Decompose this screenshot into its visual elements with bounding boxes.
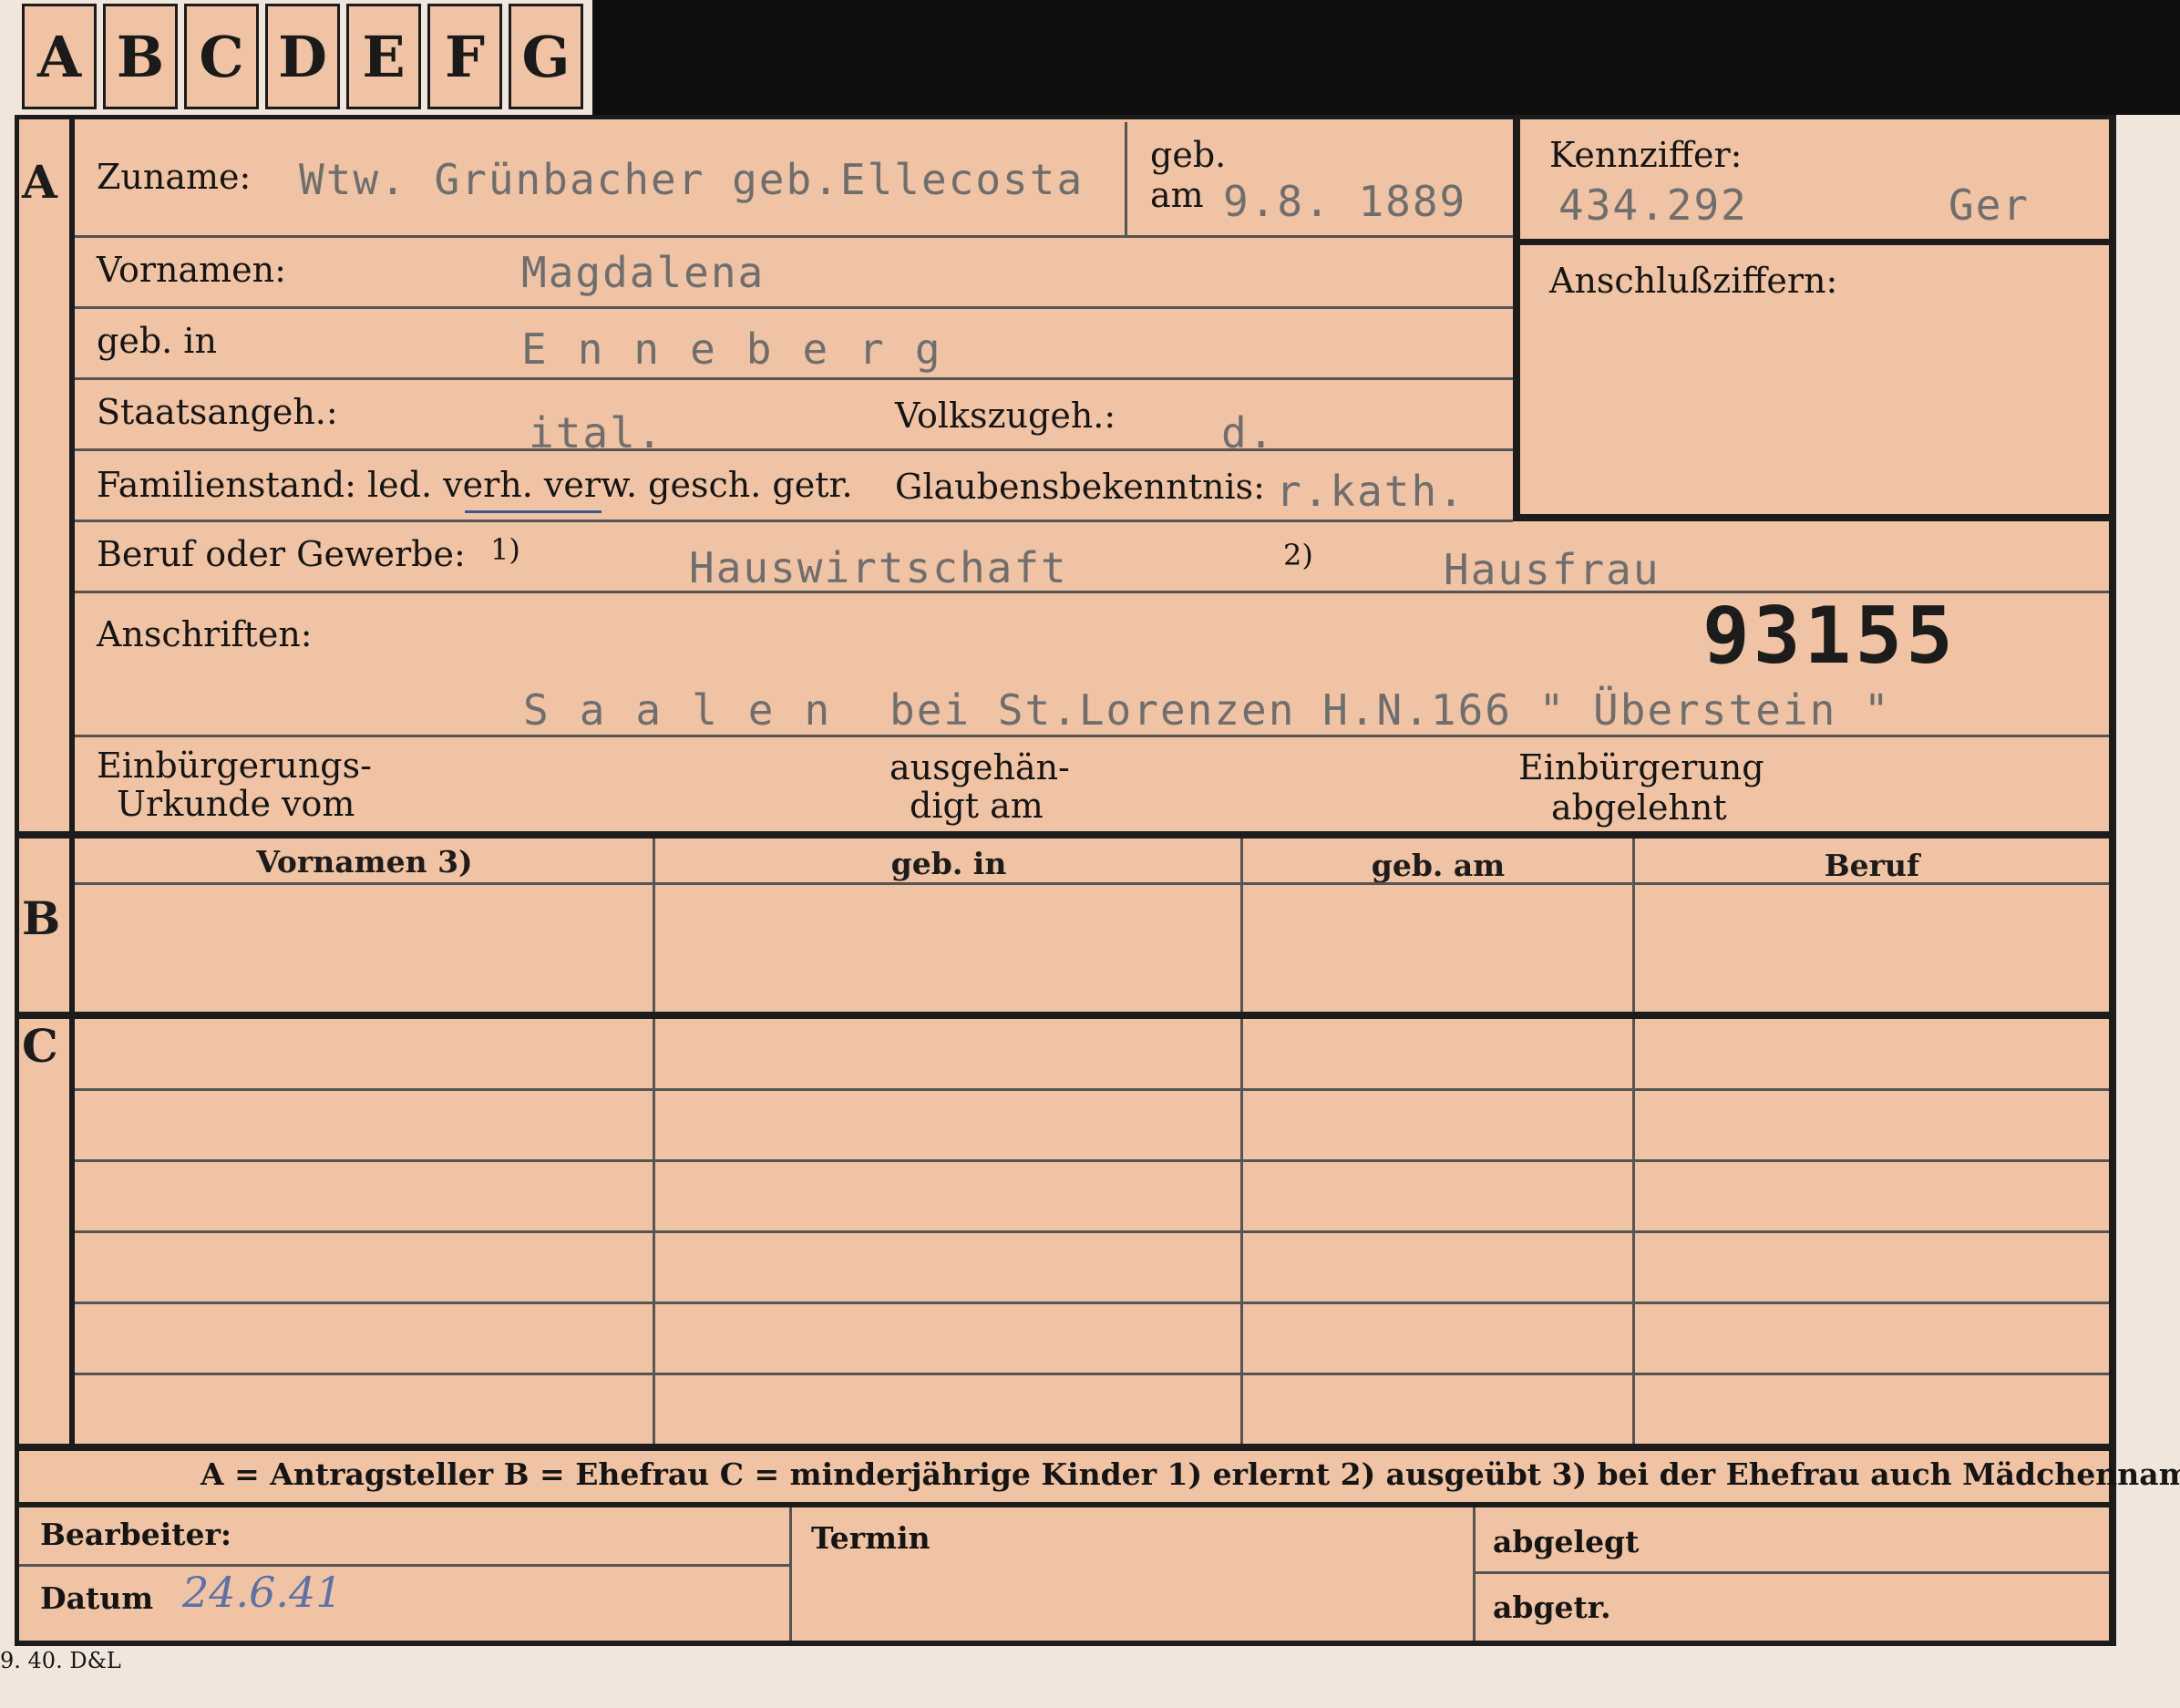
beruf-label: Beruf oder Gewerbe: xyxy=(97,534,466,574)
ausgeh-line1: ausgehän- xyxy=(889,747,1070,787)
stamped-number: 93155 xyxy=(1702,591,1957,682)
einb-abgelehnt-line1: Einbürgerung xyxy=(1518,747,1764,787)
legend-top-line xyxy=(15,1444,2109,1451)
tab-b[interactable]: B xyxy=(103,4,178,109)
col-header-vornamen: Vornamen 3) xyxy=(256,844,473,880)
glaubens-label: Glaubensbekenntnis: xyxy=(895,467,1265,507)
row-line-7 xyxy=(75,735,2109,737)
beruf-note-1: 1) xyxy=(490,532,520,567)
section-bc-divider xyxy=(15,1012,2109,1019)
col-header-beruf: Beruf xyxy=(1824,848,1920,883)
kennziffer-box-bottom xyxy=(1513,514,2109,521)
frame-left xyxy=(15,115,19,1646)
beruf-value-1: Hauswirtschaft xyxy=(689,543,1068,592)
beruf-value-2: Hausfrau xyxy=(1444,545,1661,594)
col-header-geb-am: geb. am xyxy=(1371,848,1506,883)
volkszugeh-label: Volkszugeh.: xyxy=(895,396,1116,436)
datum-handwritten-value: 24.6.41 xyxy=(182,1568,343,1617)
kennziffer-box-divider xyxy=(1513,239,2109,245)
staatsangeh-label: Staatsangeh.: xyxy=(97,392,338,432)
volkszugeh-value: d. xyxy=(1221,408,1276,458)
einb-urkunde-line2: Urkunde vom xyxy=(117,784,355,824)
geb-am-value: 9.8. 1889 xyxy=(1223,177,1467,226)
frame-right xyxy=(2109,115,2116,1646)
legend-bottom-line xyxy=(15,1502,2109,1507)
section-column-divider xyxy=(69,115,75,1444)
termin-label: Termin xyxy=(811,1520,931,1556)
zuname-geb-divider xyxy=(1125,122,1127,235)
frame-bottom xyxy=(15,1641,2116,1646)
c-row-line-2 xyxy=(75,1159,2109,1162)
row-line-4 xyxy=(75,448,1513,451)
top-dark-strip xyxy=(592,0,2180,115)
c-row-line-4 xyxy=(75,1302,2109,1304)
legend-text: A = Antragsteller B = Ehefrau C = minder… xyxy=(201,1456,2180,1492)
einb-urkunde-line1: Einbürgerungs- xyxy=(97,746,372,786)
anschrift-town: Saalen xyxy=(523,685,861,735)
beruf-note-2: 2) xyxy=(1283,538,1313,572)
footer-mid-line-left xyxy=(19,1564,789,1567)
col-header-geb-in: geb. in xyxy=(890,846,1007,881)
anschlussziffern-label: Anschlußziffern: xyxy=(1549,261,1838,301)
zuname-value: Wtw. Grünbacher geb.Ellecosta xyxy=(299,155,1085,204)
geb-in-label: geb. in xyxy=(97,321,217,361)
verw-underline xyxy=(465,510,602,513)
geb-am-label: am xyxy=(1150,175,1204,215)
c-row-line-1 xyxy=(75,1088,2109,1091)
col-divider-2 xyxy=(1240,839,1243,1444)
abgetr-label: abgetr. xyxy=(1493,1590,1611,1625)
anschrift-rest: bei St.Lorenzen H.N.166 " Überstein " xyxy=(889,685,1891,735)
kennziffer-suffix: Ger xyxy=(1949,180,2031,230)
kennziffer-box-left xyxy=(1513,118,1520,521)
c-row-line-3 xyxy=(75,1230,2109,1233)
row-line-3 xyxy=(75,377,1513,380)
kennziffer-value: 434.292 xyxy=(1558,180,1748,230)
familienstand-label: Familienstand: led. verh. verw. gesch. g… xyxy=(97,465,853,505)
geb-in-value: Enneberg xyxy=(521,324,972,374)
abgelegt-label: abgelegt xyxy=(1493,1524,1640,1559)
col-divider-3 xyxy=(1632,839,1635,1444)
row-line-5 xyxy=(75,520,1513,522)
vornamen-label: Vornamen: xyxy=(97,250,286,290)
c-row-line-5 xyxy=(75,1373,2109,1375)
tab-c[interactable]: C xyxy=(184,4,259,109)
section-ab-divider xyxy=(15,831,2109,839)
ausgeh-line2: digt am xyxy=(910,786,1044,826)
footer-divider-2 xyxy=(1473,1507,1476,1641)
tab-f[interactable]: F xyxy=(427,4,502,109)
kennziffer-label: Kennziffer: xyxy=(1549,135,1743,175)
glaubens-value: r.kath. xyxy=(1276,467,1465,516)
section-c-label: C xyxy=(22,1019,58,1073)
tab-g[interactable]: G xyxy=(509,4,583,109)
footer-mid-line-right xyxy=(1476,1571,2109,1574)
staatsangeh-value: ital. xyxy=(529,408,664,458)
header-bottom-line xyxy=(75,882,2109,885)
vornamen-value: Magdalena xyxy=(521,248,766,297)
tab-a[interactable]: A xyxy=(22,4,97,109)
einb-abgelehnt-line2: abgelehnt xyxy=(1551,787,1727,828)
tab-e[interactable]: E xyxy=(346,4,421,109)
row-line-2 xyxy=(75,306,1513,309)
datum-label: Datum xyxy=(40,1580,154,1616)
tab-d[interactable]: D xyxy=(265,4,340,109)
geb-top-label: geb. xyxy=(1150,135,1227,175)
section-a-label: A xyxy=(22,155,57,209)
section-b-label: B xyxy=(22,891,61,945)
imprint: 9. 40. D&L xyxy=(0,1648,121,1673)
zuname-label: Zuname: xyxy=(97,157,252,197)
row-line-1 xyxy=(75,235,1513,238)
footer-divider-1 xyxy=(789,1507,792,1641)
anschriften-label: Anschriften: xyxy=(97,614,313,654)
frame-top xyxy=(15,115,2116,119)
bearbeiter-label: Bearbeiter: xyxy=(40,1517,232,1552)
col-divider-1 xyxy=(653,839,655,1444)
